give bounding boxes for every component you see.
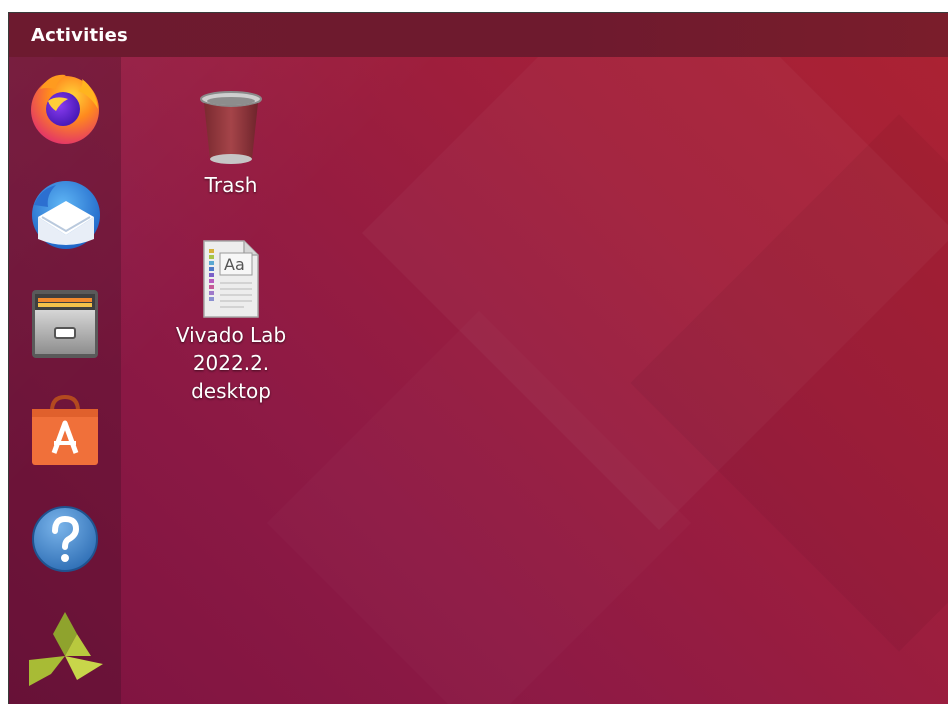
wallpaper-facet [267,311,691,704]
desktop-icon-label: Vivado Lab 2022.2. desktop [176,321,286,405]
desktop-icon-label-line: desktop [191,379,271,403]
dock-item-help[interactable] [24,498,106,580]
software-center-icon [32,394,98,465]
desktop-icon-label-line: Vivado Lab [175,323,287,347]
desktop-icon-label-line: 2022.2. [192,351,270,375]
dock-item-vivado[interactable] [24,607,106,689]
activities-button[interactable]: Activities [31,25,128,46]
desktop-icon-label: Trash [205,171,258,199]
firefox-icon [31,74,99,144]
dock-item-ubuntu-software[interactable] [24,390,106,472]
dock-item-files[interactable] [24,282,106,364]
dock-item-thunderbird[interactable] [24,175,106,257]
svg-text:Aa: Aa [224,255,245,274]
help-icon [32,506,98,572]
desktop-icon-trash[interactable]: Trash [161,89,301,199]
dock-item-firefox[interactable] [24,67,106,149]
wallpaper-facet [362,13,948,530]
top-bar: Activities [9,13,948,57]
trash-icon [200,91,262,164]
vivado-icon [29,612,103,686]
desktop-icon-vivado-lab-desktop[interactable]: Aa Vivado Lab 2022.2. desktop [161,239,301,405]
desktop-screen: Activities Trash Aa Vivado Lab 2022.2. d… [8,12,948,704]
thunderbird-icon [32,181,100,249]
files-icon [32,290,98,358]
dock [9,57,121,704]
wallpaper-facet [630,114,948,652]
text-document-icon: Aa [203,240,259,318]
desktop-icon-label-line: Trash [204,173,258,197]
